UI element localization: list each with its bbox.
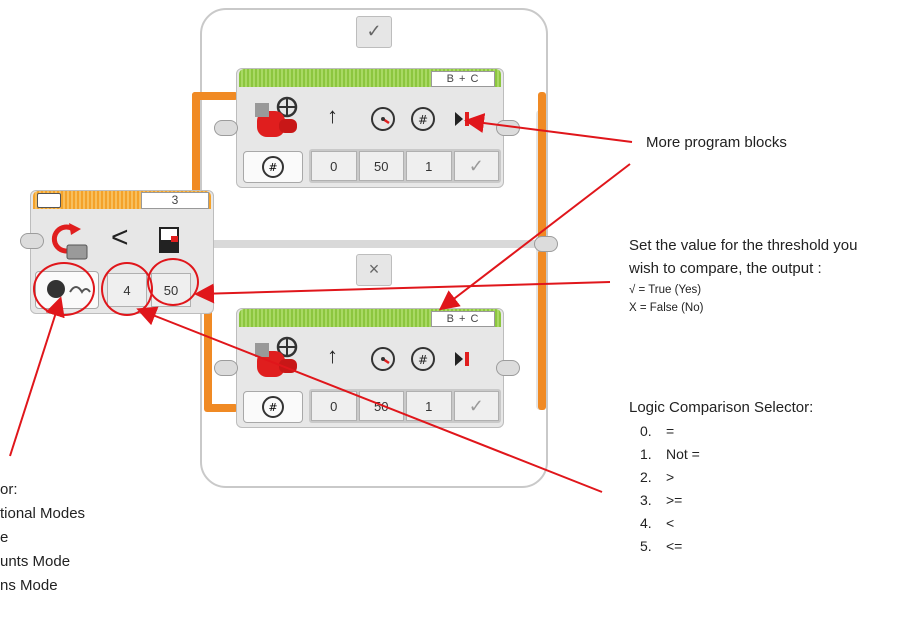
mode-note-line: e: [0, 529, 9, 546]
mode-note-line: tional Modes: [0, 505, 86, 522]
mode-note-line: unts Mode: [0, 553, 71, 570]
true-output-label: √ = True (Yes): [629, 284, 702, 296]
list-item: 4. <: [640, 515, 675, 531]
mode-selector-note: or: tional Modes e unts Mode ns Mode: [0, 481, 85, 601]
list-item: 1. Not =: [640, 446, 700, 462]
list-item: 3. >=: [640, 492, 683, 508]
mode-note-line: or:: [0, 481, 18, 498]
annotation-arrows: [9, 113, 633, 493]
threshold-label-line2: wish to compare, the output :: [629, 260, 822, 277]
more-blocks-label: More program blocks: [646, 134, 787, 151]
threshold-label-line1: Set the value for the threshold you: [629, 237, 858, 254]
mode-note-line: ns Mode: [0, 577, 58, 594]
false-output-label: X = False (No): [629, 302, 704, 314]
list-item: 0. =: [640, 423, 675, 439]
list-item: 2. >: [640, 469, 675, 485]
logic-selector-title: Logic Comparison Selector:: [629, 399, 814, 416]
logic-selector-list: 0. = 1. Not = 2. > 3. >= 4. < 5. <=: [640, 423, 700, 561]
list-item: 5. <=: [640, 538, 683, 554]
